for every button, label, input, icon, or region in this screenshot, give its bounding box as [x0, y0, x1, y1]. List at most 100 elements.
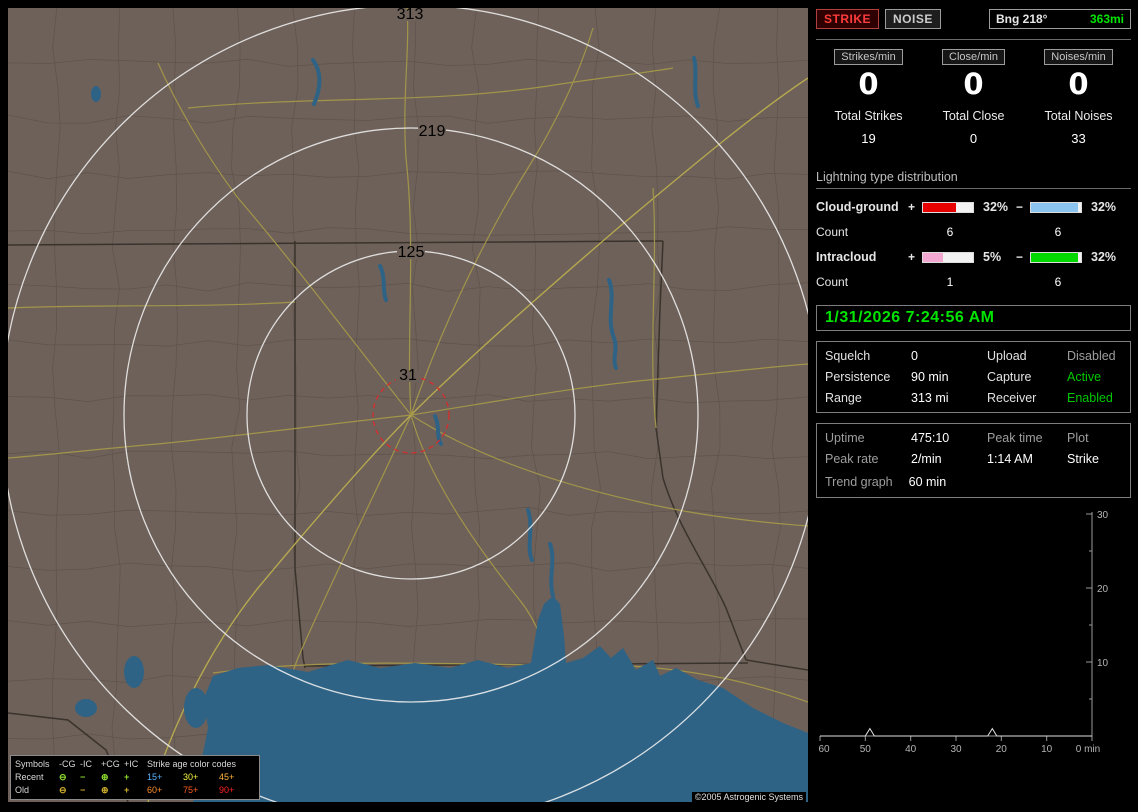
symbol-legend: Symbols -CG -IC +CG +IC Strike age color…: [10, 755, 260, 800]
trend-window-value: 60 min: [908, 475, 947, 489]
minus-sign: −: [1016, 200, 1024, 214]
legend-col-cg-neg: -CG: [59, 759, 76, 769]
cg-negative-bar: [1030, 201, 1082, 213]
total-close-value: 0: [969, 131, 978, 146]
status-panel: Uptime 475:10 Peak time Plot Peak rate 2…: [816, 423, 1131, 498]
ic-positive-bar: [922, 251, 974, 263]
bearing-distance: 363mi: [1089, 12, 1124, 26]
peak-rate-label: Peak rate: [825, 452, 879, 466]
rate-panels: Strikes/min 0 Close/min 0 Noises/min 0: [816, 49, 1131, 101]
copyright-text: ©2005 Astrogenic Systems: [691, 792, 806, 802]
y-tick-30: 30: [1097, 510, 1109, 521]
ic-neg-recent-icon: −: [80, 772, 86, 782]
noises-per-min-value: 0: [1068, 67, 1089, 101]
x-tick-30: 30: [950, 744, 962, 755]
y-tick-10: 10: [1097, 658, 1109, 669]
trend-graph-header: Trend graph 60 min: [817, 473, 1130, 497]
distribution-title: Lightning type distribution: [816, 170, 1131, 189]
legend-old-label: Old: [15, 785, 30, 795]
x-tick-0min: 0 min: [1076, 744, 1100, 755]
datetime-readout: 1/31/2026 7:24:56 AM: [825, 309, 995, 326]
legend-age-title: Strike age color codes: [147, 759, 237, 769]
totals-row: Total Strikes 19 Total Close 0 Total Noi…: [816, 109, 1131, 146]
age-code-60: 60+: [147, 785, 163, 795]
legend-old-row: Old ⊖ − ⊕ + 60+ 75+ 90+: [15, 784, 255, 797]
close-per-min-panel: Close/min 0: [921, 49, 1026, 101]
cloud-ground-label: Cloud-ground: [816, 200, 899, 214]
cloud-ground-row: Cloud-ground + 32% − 32%: [816, 200, 1131, 214]
intracloud-count-row: Count 1 6: [816, 275, 1131, 289]
mode-toolbar: STRIKE NOISE Bng 218° 363mi: [816, 8, 1131, 30]
range-value: 313 mi: [911, 391, 949, 405]
bearing-readout: Bng 218° 363mi: [989, 9, 1131, 29]
cg-neg-recent-icon: ⊖: [59, 772, 67, 782]
count-label: Count: [816, 225, 849, 239]
sidebar: STRIKE NOISE Bng 218° 363mi Strikes/min …: [816, 8, 1131, 804]
total-noises: Total Noises 33: [1026, 109, 1131, 146]
x-tick-10: 10: [1041, 744, 1053, 755]
total-strikes-value: 19: [861, 131, 876, 146]
datetime-panel: 1/31/2026 7:24:56 AM: [816, 305, 1131, 331]
total-noises-label: Total Noises: [1044, 109, 1113, 123]
plus-sign: +: [908, 250, 916, 264]
age-code-75: 75+: [183, 785, 199, 795]
x-tick-40: 40: [905, 744, 917, 755]
peak-time-value: 1:14 AM: [987, 452, 1033, 466]
legend-recent-row: Recent ⊖ − ⊕ + 15+ 30+ 45+: [15, 771, 255, 784]
ring-label-31: 31: [399, 367, 417, 384]
ring-label-125: 125: [398, 244, 425, 261]
total-strikes-label: Total Strikes: [834, 109, 903, 123]
x-tick-60: 60: [818, 744, 830, 755]
total-close: Total Close 0: [921, 109, 1026, 146]
peak-rate-value: 2/min: [911, 452, 942, 466]
cg-negative-count: 6: [1054, 225, 1062, 239]
strikes-per-min-label: Strikes/min: [834, 49, 903, 65]
ic-negative-bar: [1030, 251, 1082, 263]
age-code-30: 30+: [183, 772, 199, 782]
ic-pos-old-icon: +: [124, 785, 130, 795]
legend-col-ic-pos: +IC: [124, 759, 139, 769]
ic-neg-old-icon: −: [80, 785, 86, 795]
cg-pos-old-icon: ⊕: [101, 785, 109, 795]
trend-graph: 30 20 10 60 50 40 30 20 10 0 min: [816, 504, 1131, 759]
total-noises-value: 33: [1071, 131, 1086, 146]
close-per-min-value: 0: [963, 67, 984, 101]
map-canvas: 313 219 125 31: [8, 8, 808, 802]
total-strikes: Total Strikes 19: [816, 109, 921, 146]
intracloud-label: Intracloud: [816, 250, 877, 264]
age-code-15: 15+: [147, 772, 163, 782]
noise-mode-button[interactable]: NOISE: [885, 9, 941, 29]
lightning-map[interactable]: 313 219 125 31 Symbols -CG -IC +CG +IC S…: [8, 8, 808, 802]
ring-label-219: 219: [419, 123, 446, 140]
legend-recent-label: Recent: [15, 772, 44, 782]
legend-col-cg-pos: +CG: [101, 759, 120, 769]
cg-positive-bar: [922, 201, 974, 213]
age-code-45: 45+: [219, 772, 235, 782]
ic-negative-count: 6: [1054, 275, 1062, 289]
receiver-status: Enabled: [1067, 391, 1113, 405]
strikes-per-min-panel: Strikes/min 0: [816, 49, 921, 101]
ic-positive-count: 1: [946, 275, 954, 289]
ic-pos-recent-icon: +: [124, 772, 130, 782]
cg-neg-old-icon: ⊖: [59, 785, 67, 795]
plus-sign: +: [908, 200, 916, 214]
persistence-label: Persistence: [825, 370, 891, 384]
ic-negative-pct: 32%: [1091, 250, 1117, 264]
persistence-value: 90 min: [911, 370, 949, 384]
trend-graph-label: Trend graph: [825, 475, 893, 489]
y-tick-20: 20: [1097, 584, 1109, 595]
cg-positive-pct: 32%: [983, 200, 1009, 214]
age-code-90: 90+: [219, 785, 235, 795]
upload-status: Disabled: [1067, 349, 1116, 363]
squelch-label: Squelch: [825, 349, 871, 363]
bearing-label: Bng 218°: [996, 12, 1048, 26]
strike-mode-button[interactable]: STRIKE: [816, 9, 880, 29]
legend-header-row: Symbols -CG -IC +CG +IC Strike age color…: [15, 758, 255, 771]
capture-label: Capture: [987, 370, 1032, 384]
close-per-min-label: Close/min: [942, 49, 1005, 65]
uptime-value: 475:10: [911, 431, 950, 445]
minus-sign: −: [1016, 250, 1024, 264]
plot-label: Plot: [1067, 431, 1089, 445]
settings-panel: Squelch 0 Upload Disabled Persistence 90…: [816, 341, 1131, 413]
intracloud-row: Intracloud + 5% − 32%: [816, 250, 1131, 264]
